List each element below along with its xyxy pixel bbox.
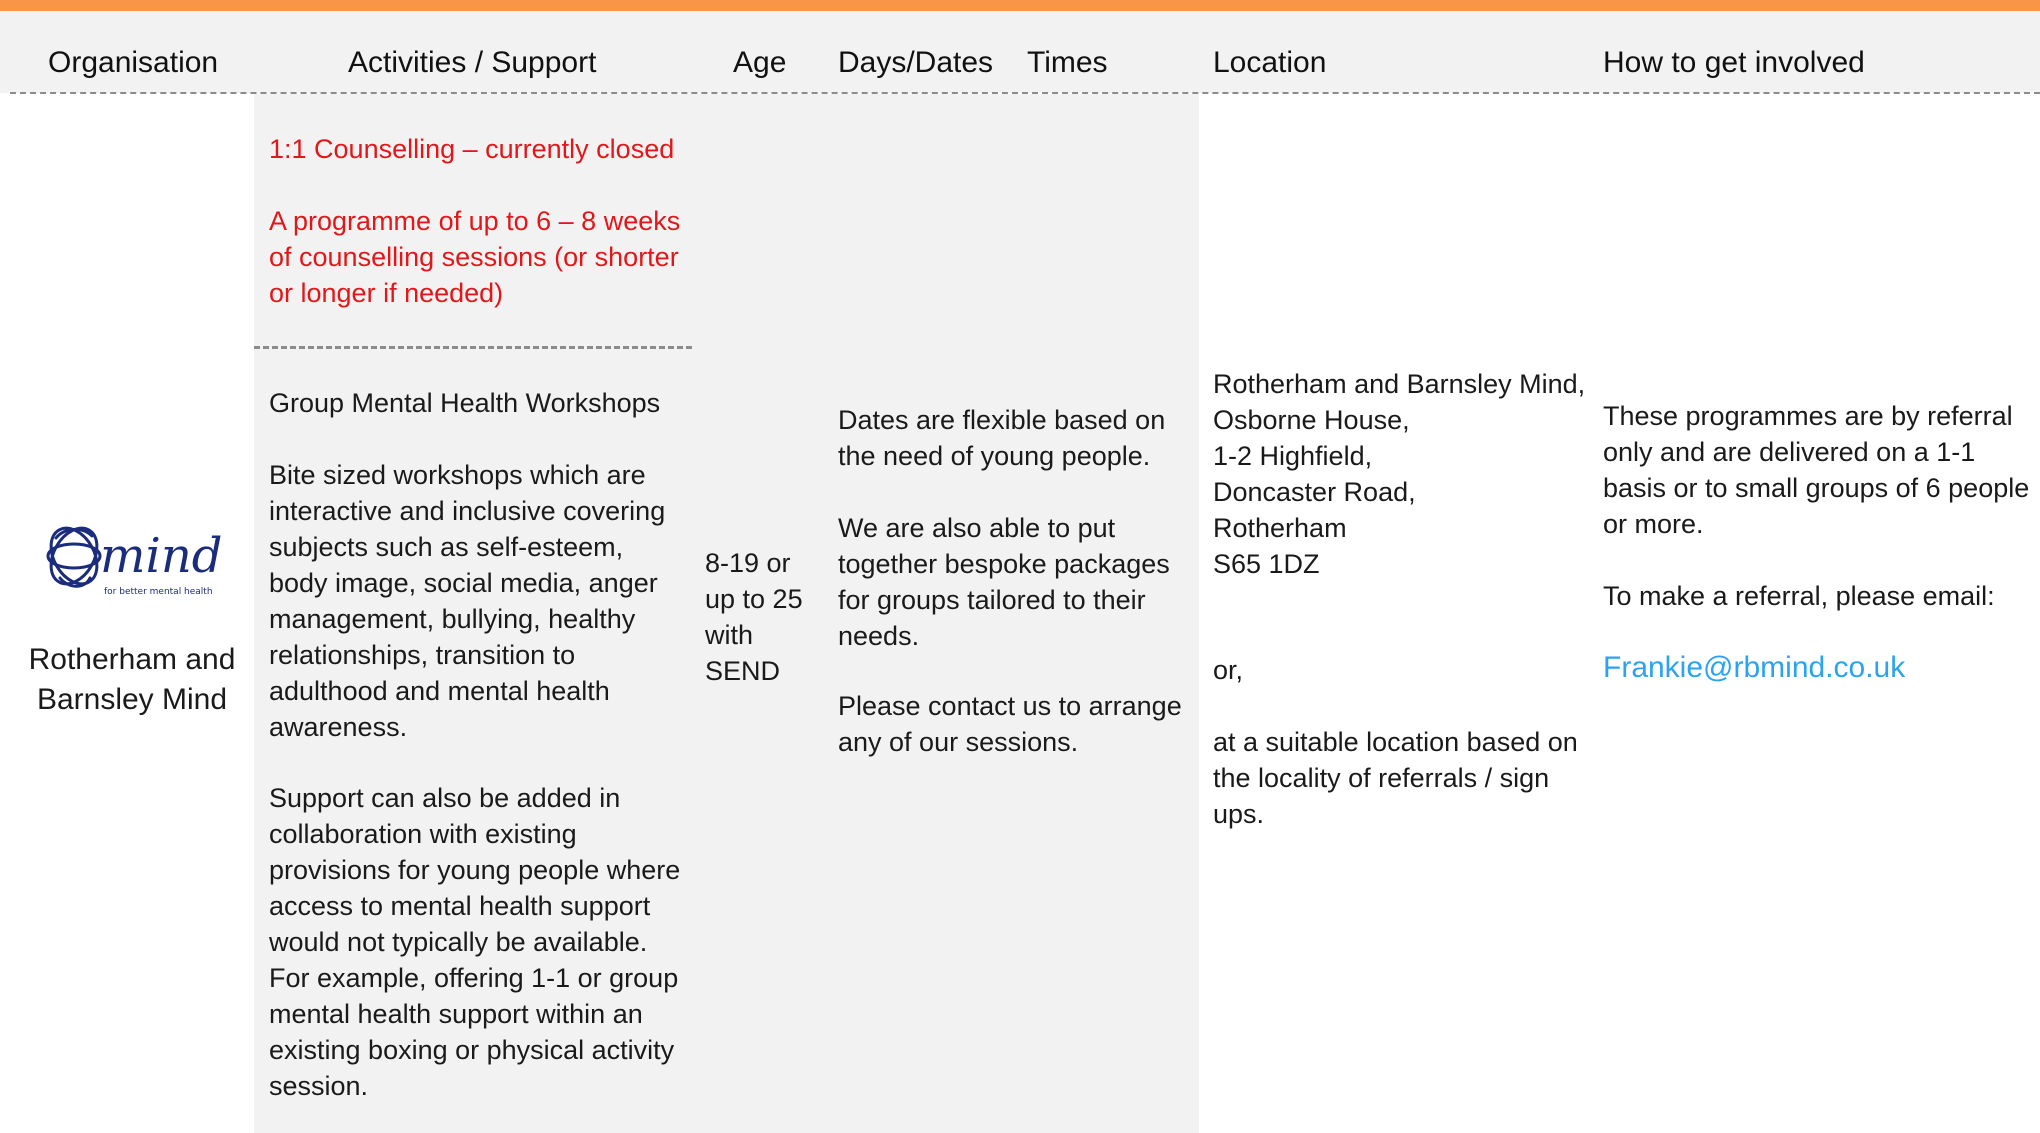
location-alternative: at a suitable location based on the loca… bbox=[1213, 727, 1578, 829]
header-days-dates: Days/Dates bbox=[838, 46, 994, 79]
table-header-row: Organisation Activities / Support Age Da… bbox=[0, 11, 2040, 93]
header-how-to-get-involved: How to get involved bbox=[1603, 46, 1865, 79]
svg-text:for better mental health: for better mental health bbox=[104, 587, 213, 597]
orange-top-bar bbox=[0, 0, 2040, 11]
header-age: Age bbox=[733, 46, 787, 79]
header-location: Location bbox=[1213, 46, 1327, 79]
dates-bespoke-packages: We are also able to put together bespoke… bbox=[838, 513, 1170, 651]
workshops-title: Group Mental Health Workshops bbox=[269, 388, 661, 418]
referral-prompt: To make a referral, please email: bbox=[1603, 581, 1995, 611]
mind-logo: mind for better mental health bbox=[38, 518, 234, 610]
dates-contact: Please contact us to arrange any of our … bbox=[838, 691, 1182, 757]
organisation-name: Rotherham and Barnsley Mind bbox=[28, 643, 236, 716]
counselling-title: 1:1 Counselling – currently closed bbox=[269, 134, 675, 164]
header-organisation: Organisation bbox=[48, 46, 219, 79]
location-address: Rotherham and Barnsley Mind, Osborne Hou… bbox=[1213, 369, 1586, 579]
mind-logo-icon: mind for better mental health bbox=[46, 526, 223, 597]
svg-text:mind: mind bbox=[100, 528, 223, 584]
workshops-description: Bite sized workshops which are interacti… bbox=[269, 460, 666, 742]
referral-email-link[interactable]: Frankie@rbmind.co.uk bbox=[1603, 650, 2033, 686]
header-times: Times bbox=[1027, 46, 1108, 79]
location-or: or, bbox=[1213, 655, 1244, 685]
dates-flexible: Dates are flexible based on the need of … bbox=[838, 405, 1166, 471]
header-activities: Activities / Support bbox=[348, 46, 597, 79]
counselling-description: A programme of up to 6 – 8 weeks of coun… bbox=[269, 206, 681, 308]
activity-divider bbox=[254, 346, 692, 349]
age-range: 8-19 or up to 25 with SEND bbox=[705, 548, 803, 686]
referral-info: These programmes are by referral only an… bbox=[1603, 401, 2030, 539]
workshops-additional-support: Support can also be added in collaborati… bbox=[269, 783, 681, 1101]
